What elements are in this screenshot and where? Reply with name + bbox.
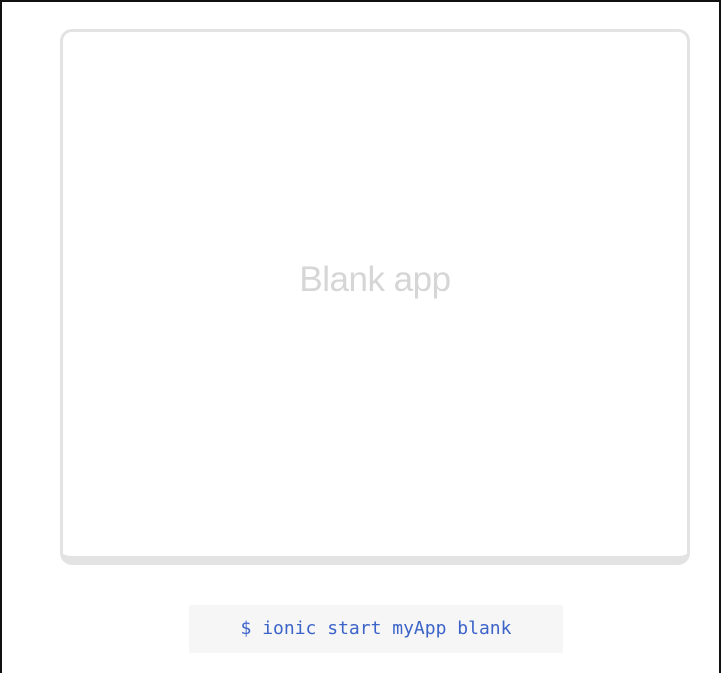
blank-app-preview-card[interactable]: Blank app: [60, 29, 690, 565]
page-frame: Blank app $ ionic start myApp blank: [0, 0, 721, 673]
install-command[interactable]: $ ionic start myApp blank: [189, 605, 563, 653]
preview-label: Blank app: [299, 260, 451, 299]
